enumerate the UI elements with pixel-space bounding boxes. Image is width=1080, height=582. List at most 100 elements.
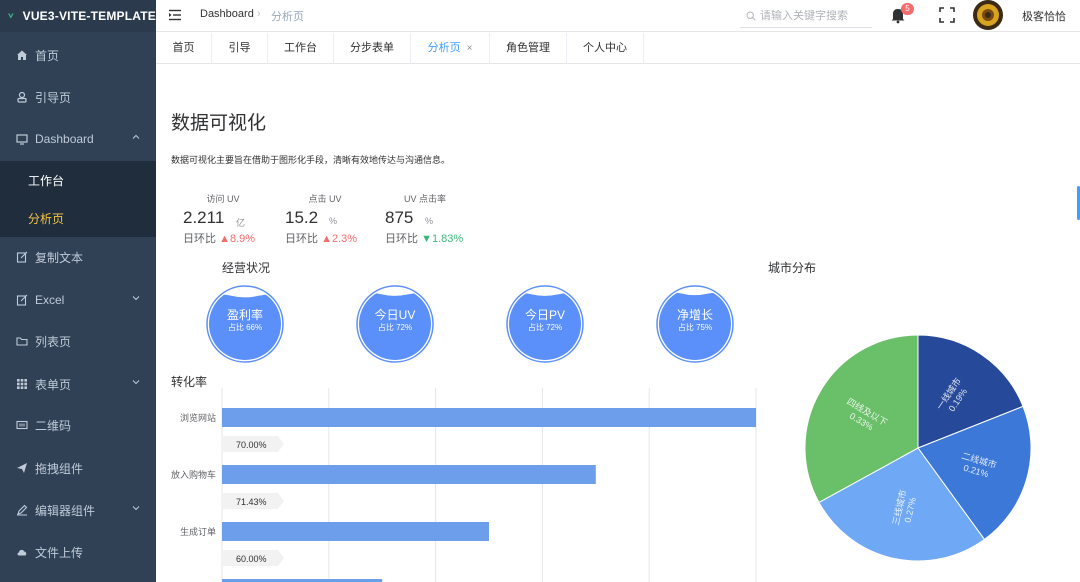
stat-ring: 日环比 ▼1.83% — [385, 230, 463, 246]
avatar[interactable] — [973, 0, 1003, 30]
breadcrumb-current: 分析页 — [271, 11, 304, 23]
bar — [222, 408, 756, 427]
city-pie-chart: 一线城市0.19%二线城市0.21%三线城市0.27%四线及以下0.33% — [804, 334, 1032, 562]
ring-label: 日环比 — [285, 233, 318, 245]
main-content: 数据可视化 数据可视化主要旨在借助于图形化手段，清晰有效地传达与沟通信息。 访问… — [156, 64, 1076, 582]
sidebar-item-copy[interactable]: 复制文本 — [0, 236, 156, 278]
stat-label: 访问 UV — [206, 194, 240, 204]
stat-unit: % — [329, 216, 338, 226]
logo[interactable]: VUE3-VITE-TEMPLATE — [0, 0, 156, 32]
ring-change: 1.83% — [431, 233, 464, 245]
search-input[interactable] — [760, 9, 870, 22]
send-icon — [16, 462, 28, 474]
category-label: 浏览网站 — [180, 412, 216, 423]
dashboard-icon — [16, 133, 28, 145]
ring-label: 日环比 — [385, 233, 418, 245]
cloud-upload-icon — [16, 546, 28, 558]
sidebar-item-upload[interactable]: 文件上传 — [0, 531, 156, 573]
search-icon — [746, 10, 756, 21]
sidebar-item-excel[interactable]: Excel — [0, 279, 156, 321]
sidebar-item-label: 编辑器组件 — [35, 503, 96, 518]
tag-label: 角色管理 — [506, 42, 550, 54]
sidebar-item-label: 首页 — [35, 48, 60, 63]
ring-change: 8.9% — [229, 233, 256, 245]
trend-up-icon: ▲ — [219, 233, 230, 245]
sidebar-item-editor[interactable]: 编辑器组件 — [0, 489, 156, 531]
tag-guide[interactable]: 引导 — [212, 33, 268, 64]
sidebar-item-drag[interactable]: 拖拽组件 — [0, 447, 156, 489]
copy-icon — [16, 251, 28, 263]
section-title-city: 城市分布 — [768, 261, 817, 275]
tag-profile[interactable]: 个人中心 — [567, 33, 644, 64]
gauge-today-pv: 今日PV 占比 72% — [506, 285, 584, 363]
fullscreen-icon[interactable] — [938, 6, 956, 24]
menu-toggle-icon[interactable] — [168, 8, 182, 22]
chevron-down-icon — [132, 380, 140, 385]
sidebar-item-list[interactable]: 列表页 — [0, 320, 156, 362]
trend-down-icon: ▼ — [421, 233, 432, 245]
breadcrumb-item[interactable]: Dashboard — [200, 8, 254, 20]
sidebar-item-label: 文件上传 — [35, 545, 84, 560]
notification-badge: 5 — [901, 3, 914, 15]
tag-label: 分析页 — [427, 42, 461, 54]
sidebar-item-label: 二维码 — [35, 418, 72, 433]
chevron-down-icon — [132, 296, 140, 301]
sidebar-item-dashboard[interactable]: Dashboard — [0, 118, 156, 160]
sidebar-item-label: 列表页 — [35, 334, 72, 349]
guide-icon — [16, 91, 28, 103]
stat-value: 2.211 — [183, 208, 225, 227]
tag-label: 个人中心 — [583, 42, 627, 54]
gauge-today-uv: 今日UV 占比 72% — [356, 285, 434, 363]
bar — [222, 465, 596, 484]
gauge-sub: 占比 66% — [227, 323, 263, 332]
folder-icon — [16, 335, 28, 347]
trend-up-icon: ▲ — [321, 233, 332, 245]
data-label: 71.43% — [236, 497, 267, 507]
page-title: 数据可视化 — [171, 113, 267, 134]
tag-label: 首页 — [172, 42, 195, 54]
sidebar-item-label: Excel — [35, 293, 65, 307]
sidebar-subitem-analysis[interactable]: 分析页 — [0, 199, 156, 237]
stat-ring: 日环比 ▲2.3% — [285, 230, 357, 246]
tag-label: 引导 — [228, 42, 251, 54]
stat-unit: 亿 — [236, 218, 246, 228]
sidebar-item-label: 表单页 — [35, 377, 72, 392]
section-title-business: 经营状况 — [222, 261, 271, 275]
gauge-title: 今日UV — [374, 308, 416, 322]
chevron-down-icon — [132, 506, 140, 511]
category-label: 放入购物车 — [171, 469, 216, 480]
tag-analysis[interactable]: 分析页 × — [411, 33, 490, 64]
sidebar-subitem-workbench[interactable]: 工作台 — [0, 161, 156, 199]
bar — [222, 522, 489, 541]
sidebar-item-label: 分析页 — [28, 211, 65, 226]
tag-step-form[interactable]: 分步表单 — [334, 33, 411, 64]
ring-label: 日环比 — [183, 233, 216, 245]
sidebar-item-guide[interactable]: 引导页 — [0, 76, 156, 118]
data-label: 70.00% — [236, 440, 267, 450]
tag-role-management[interactable]: 角色管理 — [490, 33, 567, 64]
stat-value: 15.2 — [285, 208, 319, 227]
gauge-net-growth: 净增长 占比 75% — [656, 285, 734, 363]
gauge-sub: 占比 72% — [377, 323, 413, 332]
sidebar-item-label: 引导页 — [35, 90, 72, 105]
top-header: Dashboard › 分析页 5 极客恰恰 — [156, 0, 1080, 32]
tag-workbench[interactable]: 工作台 — [268, 33, 334, 64]
tag-label: 工作台 — [284, 42, 317, 54]
edit-icon — [16, 504, 28, 516]
close-icon[interactable]: × — [467, 43, 473, 54]
stat-unit: % — [425, 216, 434, 226]
category-label: 生成订单 — [180, 526, 216, 537]
stat-label: UV 点击率 — [403, 194, 446, 204]
tag-home[interactable]: 首页 — [156, 33, 212, 64]
breadcrumb-separator-icon: › — [257, 8, 261, 20]
search-box[interactable] — [740, 4, 872, 28]
tag-label: 分步表单 — [350, 42, 394, 54]
gauge-profit: 盈利率 占比 66% — [206, 285, 284, 363]
username[interactable]: 极客恰恰 — [1022, 8, 1066, 24]
sidebar-item-label: 工作台 — [28, 173, 65, 188]
sidebar-item-qrcode[interactable]: 二维码 — [0, 404, 156, 446]
sidebar-item-home[interactable]: 首页 — [0, 34, 156, 76]
conversion-bar-chart: 浏览网站 70.00% 放入购物车 71.43% 生成订单 60.00% — [171, 388, 757, 582]
gauge-title: 净增长 — [676, 308, 713, 322]
sidebar-item-form[interactable]: 表单页 — [0, 363, 156, 405]
